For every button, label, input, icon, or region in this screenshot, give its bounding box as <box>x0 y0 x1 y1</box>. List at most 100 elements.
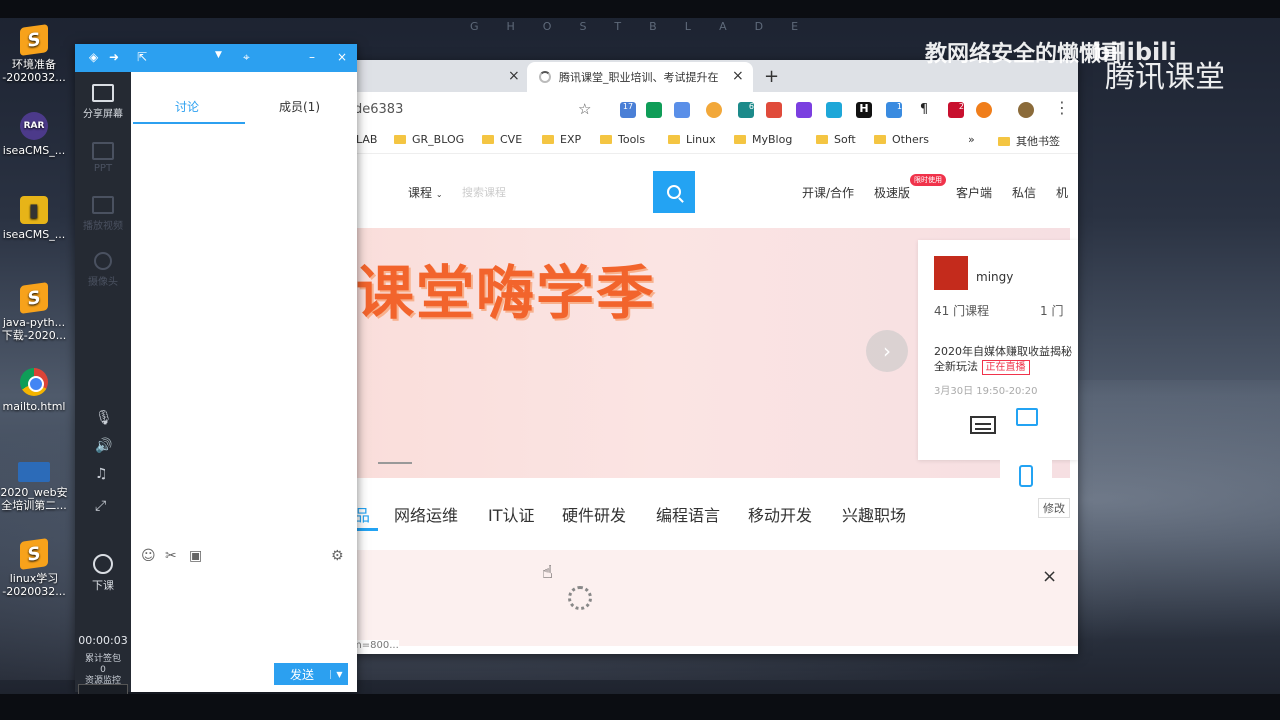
folder-icon <box>816 135 828 144</box>
username[interactable]: mingy <box>976 270 1013 284</box>
play-video-button[interactable]: 播放视频 <box>75 196 131 232</box>
bookmark-label: CVE <box>500 133 523 146</box>
bookmark-soft[interactable]: Soft <box>816 133 856 146</box>
minimize-icon[interactable]: – <box>309 50 315 64</box>
nav-link-lite[interactable]: 极速版 <box>874 184 910 201</box>
bookmark-myblog[interactable]: MyBlog <box>734 133 792 146</box>
extension-icon[interactable]: 1 <box>886 102 902 118</box>
bookmark-lab[interactable]: LAB <box>356 133 377 146</box>
desktop-icon-env[interactable]: S 环境准备 -2020032... <box>0 24 68 84</box>
tab-discuss[interactable]: 讨论 <box>175 98 199 115</box>
nav-link-more[interactable]: 机 <box>1056 184 1068 201</box>
arrow-right-icon[interactable]: ➜ <box>109 50 119 64</box>
shield-extension-icon[interactable]: 2 <box>948 102 964 118</box>
url-input[interactable]: de6383 <box>354 102 403 117</box>
extension-icon[interactable] <box>706 102 722 118</box>
gear-icon[interactable]: ⚙ <box>331 548 344 564</box>
extension-icon[interactable]: H <box>856 102 872 118</box>
category-tab-mobile[interactable]: 移动开发 <box>748 502 812 526</box>
chevron-down-icon[interactable]: ▼ <box>330 669 348 679</box>
profile-avatar[interactable] <box>1018 102 1034 118</box>
share-icon[interactable]: ⇱ <box>137 50 147 64</box>
filter-extension-icon[interactable] <box>826 102 842 118</box>
category-tab-hardware[interactable]: 硬件研发 <box>562 502 626 526</box>
tab-members[interactable]: 成员(1) <box>279 98 320 115</box>
letterbox-bottom <box>0 694 1280 720</box>
bookmark-label: 其他书签 <box>1016 135 1060 148</box>
fullscreen-icon[interactable]: ⤢ <box>95 498 106 514</box>
close-icon[interactable]: × <box>337 50 347 64</box>
loading-panel: × ☝ <box>250 550 1078 646</box>
settings-icon[interactable]: ◈ <box>89 50 98 64</box>
bookmarks-overflow-button[interactable]: » <box>968 133 975 146</box>
desktop-icon-rar[interactable]: RAR iseaCMS_... <box>0 112 68 157</box>
mobile-app-button[interactable] <box>1000 454 1052 498</box>
menu-icon[interactable]: ⋮ <box>1054 98 1070 117</box>
course-count-2[interactable]: 1 门 <box>1040 302 1063 319</box>
bookmark-linux[interactable]: Linux <box>668 133 716 146</box>
bookmark-exp[interactable]: EXP <box>542 133 581 146</box>
extension-icon[interactable] <box>766 102 782 118</box>
emoji-icon[interactable]: ☺ <box>141 548 156 564</box>
bookmark-others[interactable]: Others <box>874 133 929 146</box>
share-screen-icon <box>92 84 114 102</box>
edit-button[interactable]: 修改 <box>1038 498 1070 518</box>
course-dropdown[interactable]: 课程 ⌄ <box>408 184 443 201</box>
loading-spinner-icon <box>568 586 592 610</box>
close-icon[interactable]: × <box>1042 566 1057 587</box>
share-screen-button[interactable]: 分享屏幕 <box>75 84 131 120</box>
speaker-icon[interactable]: 🔊 <box>95 438 112 454</box>
video-icon <box>92 196 114 214</box>
image-icon[interactable]: ▣ <box>189 548 202 564</box>
course-count[interactable]: 41 门课程 <box>934 302 989 319</box>
bookmark-cve[interactable]: CVE <box>482 133 522 146</box>
desktop-icon-book[interactable]: ▮ iseaCMS_... <box>0 196 68 241</box>
extension-icon[interactable] <box>976 102 992 118</box>
search-button[interactable] <box>653 171 695 213</box>
pin-icon[interactable]: ⌖ <box>243 50 250 65</box>
desktop-icon-linux[interactable]: S linux学习 -2020032... <box>0 538 68 598</box>
chevron-down-icon[interactable]: ▼ <box>215 50 222 60</box>
star-icon[interactable]: ☆ <box>578 100 591 118</box>
category-tab-interest[interactable]: 兴趣职场 <box>842 502 906 526</box>
avatar[interactable] <box>934 256 968 290</box>
tab-active[interactable]: 腾讯课堂_职业培训、考试提升在 × <box>527 62 753 92</box>
paragraph-extension-icon[interactable]: ¶ <box>916 102 932 118</box>
live-notice[interactable]: 2020年自媒体赚取收益揭秘全新玩法 正在直播 <box>934 344 1074 375</box>
nav-link-messages[interactable]: 私信 <box>1012 184 1036 201</box>
translate-extension-icon[interactable] <box>674 102 690 118</box>
microphone-icon[interactable]: 🎙 <box>95 410 113 426</box>
extension-icon[interactable]: 6 <box>738 102 754 118</box>
chevron-right-icon[interactable]: › <box>866 330 908 372</box>
bookmark-tools[interactable]: Tools <box>600 133 645 146</box>
scissors-icon[interactable]: ✂ <box>165 548 177 564</box>
book-icon: ▮ <box>20 196 48 224</box>
close-icon[interactable]: × <box>732 68 744 84</box>
calendar-extension-icon[interactable]: 17 <box>620 102 636 118</box>
category-tab-programming[interactable]: 编程语言 <box>656 502 720 526</box>
new-tab-button[interactable]: + <box>764 66 779 87</box>
close-icon[interactable]: × <box>508 68 520 84</box>
desktop-icon-mailto[interactable]: mailto.html <box>0 368 68 413</box>
bookmark-gr-blog[interactable]: GR_BLOG <box>394 133 464 146</box>
chat-icon[interactable] <box>1016 408 1038 426</box>
nav-link-cooperate[interactable]: 开课/合作 <box>802 184 854 201</box>
bookmark-other-folder[interactable]: 其他书签 <box>998 133 1060 149</box>
camera-button[interactable]: 摄像头 <box>75 252 131 288</box>
end-class-button[interactable]: 下课 <box>75 554 131 593</box>
extension-icon[interactable] <box>796 102 812 118</box>
list-icon[interactable] <box>970 416 996 434</box>
category-tab-network[interactable]: 网络运维 <box>394 502 458 526</box>
panel-titlebar: ◈ ➜ ⇱ ▼ ⌖ – × <box>75 44 357 72</box>
search-input[interactable]: 搜索课程 <box>462 184 506 200</box>
desktop-icon-java[interactable]: S java-pyth... 下载-2020... <box>0 282 68 342</box>
extension-icon[interactable] <box>646 102 662 118</box>
music-icon[interactable]: ♫ <box>95 466 108 482</box>
watermark-subtitle: 腾讯课堂 <box>1105 60 1225 95</box>
desktop-icon-web[interactable]: 2020_web安 全培训第二... <box>0 462 68 512</box>
send-button[interactable]: 发送 ▼ <box>274 663 348 685</box>
carousel-indicator[interactable] <box>378 462 412 464</box>
nav-link-client[interactable]: 客户端 <box>956 184 992 201</box>
category-tab-it-cert[interactable]: IT认证 <box>488 502 535 526</box>
ppt-button[interactable]: PPT <box>75 142 131 174</box>
